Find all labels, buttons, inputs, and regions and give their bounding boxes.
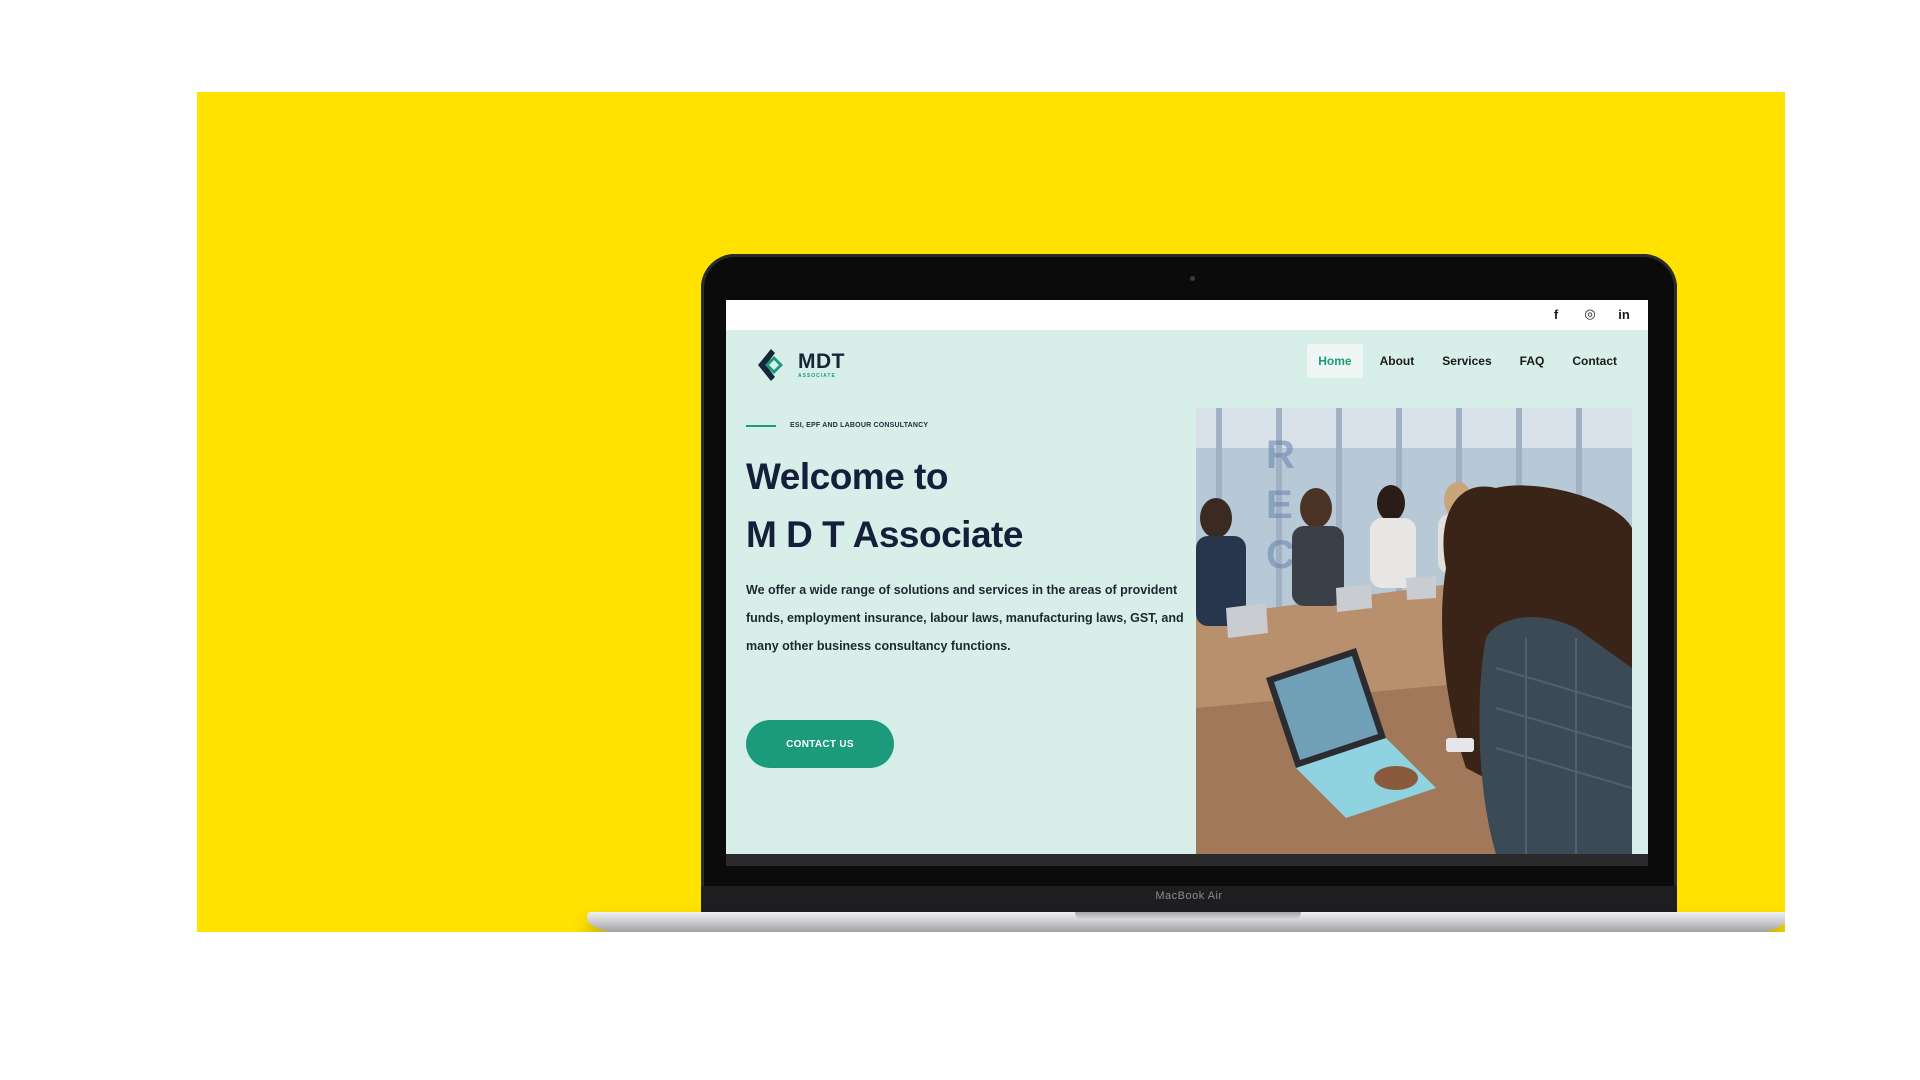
facebook-icon[interactable]: f: [1548, 306, 1564, 322]
logo-diamond-icon: [752, 346, 790, 384]
main-nav: Home About Services FAQ Contact: [1307, 344, 1628, 378]
yellow-backdrop: f ◎ in MDT ASSOCIATE Home About Services…: [197, 92, 1785, 932]
hero-title: Welcome to M D T Associate: [746, 448, 1023, 564]
linkedin-icon[interactable]: in: [1616, 306, 1632, 322]
camera-dot: [1190, 276, 1195, 281]
laptop-screen: f ◎ in MDT ASSOCIATE Home About Services…: [726, 300, 1648, 854]
svg-text:R: R: [1266, 433, 1295, 477]
hero-title-line1: Welcome to: [746, 456, 948, 497]
nav-home[interactable]: Home: [1307, 344, 1363, 378]
hero-description: We offer a wide range of solutions and s…: [746, 583, 1184, 653]
laptop-hinge-notch: [1075, 912, 1301, 920]
svg-text:C: C: [1266, 533, 1295, 577]
eyebrow-divider: [746, 424, 776, 427]
svg-text:E: E: [1266, 483, 1293, 527]
logo-tagline: ASSOCIATE: [798, 373, 836, 379]
nav-faq[interactable]: FAQ: [1509, 344, 1556, 378]
eyebrow-text: ESI, EPF AND LABOUR CONSULTANCY: [790, 422, 929, 429]
contact-us-button[interactable]: CONTACT US: [746, 720, 894, 768]
laptop-base: [587, 912, 1785, 932]
hero-title-line2: M D T Associate: [746, 514, 1023, 555]
site-logo[interactable]: MDT ASSOCIATE: [752, 346, 845, 384]
hero-content: ESI, EPF AND LABOUR CONSULTANCY Welcome …: [746, 396, 1186, 836]
hero-eyebrow: ESI, EPF AND LABOUR CONSULTANCY: [746, 422, 928, 429]
nav-about[interactable]: About: [1369, 344, 1426, 378]
instagram-icon[interactable]: ◎: [1582, 306, 1598, 322]
business-meeting-photo: R E C: [1196, 408, 1632, 854]
nav-services[interactable]: Services: [1431, 344, 1502, 378]
social-links: f ◎ in: [1548, 306, 1632, 322]
social-topbar: f ◎ in: [726, 300, 1648, 330]
laptop-model-label: MacBook Air: [1155, 890, 1223, 902]
screen-bottom-bezel: [726, 854, 1648, 866]
site-header: MDT ASSOCIATE Home About Services FAQ Co…: [726, 330, 1648, 396]
laptop-lid: f ◎ in MDT ASSOCIATE Home About Services…: [701, 254, 1677, 914]
nav-contact[interactable]: Contact: [1561, 344, 1628, 378]
logo-name: MDT: [798, 350, 845, 373]
